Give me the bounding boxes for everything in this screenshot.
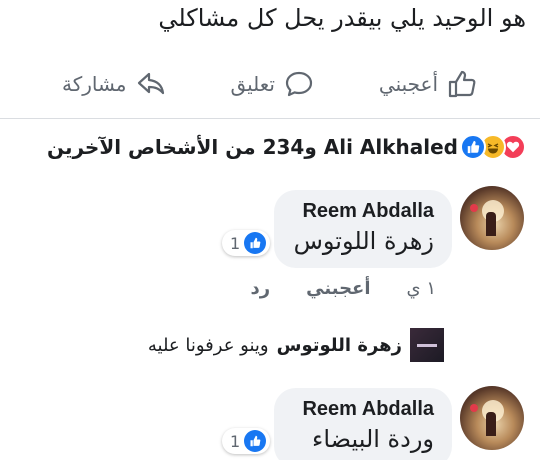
comment-like-button[interactable]: أعجبني xyxy=(306,278,370,299)
comment-reply-button[interactable]: رد xyxy=(251,278,271,299)
reply-text: وينو عرفونا عليه xyxy=(147,334,269,356)
avatar[interactable] xyxy=(460,186,524,250)
comment-bubble: Reem Abdalla وردة البيضاء xyxy=(274,388,452,460)
comment-text: وردة البيضاء xyxy=(312,425,434,453)
comment-meta: ١ ي أعجبني رد xyxy=(251,278,436,299)
reaction-icons xyxy=(460,134,526,160)
comment-like-count[interactable]: 1 xyxy=(222,428,271,454)
like-badge-icon xyxy=(244,232,267,254)
comment-like-count[interactable]: 1 xyxy=(222,230,271,256)
comment-author[interactable]: Reem Abdalla xyxy=(292,398,434,421)
comment-text: زهرة اللوتوس xyxy=(293,227,434,255)
comment-time: ١ ي xyxy=(406,278,436,299)
comment-button[interactable]: تعليق xyxy=(230,68,315,100)
like-button[interactable]: أعجبني xyxy=(379,68,478,100)
post-actions-bar: أعجبني تعليق مشاركة xyxy=(0,56,540,112)
thumbs-up-icon xyxy=(448,70,476,98)
like-count: 1 xyxy=(230,233,241,253)
like-reaction-icon xyxy=(460,134,486,160)
share-icon xyxy=(137,72,164,95)
post-text: هو الوحيد يلي بيقدر يحل كل مشاكلي xyxy=(158,4,526,32)
divider xyxy=(0,118,540,119)
reply-preview[interactable]: زهرة اللوتوس وينو عرفونا عليه xyxy=(148,328,444,362)
reply-avatar xyxy=(410,328,444,362)
reply-author: زهرة اللوتوس xyxy=(276,334,402,356)
comment-label: تعليق xyxy=(230,72,275,96)
share-button[interactable]: مشاركة xyxy=(62,68,167,100)
like-badge-icon xyxy=(244,430,267,452)
comment-author[interactable]: Reem Abdalla xyxy=(292,200,434,223)
comment-icon xyxy=(285,71,313,97)
like-label: أعجبني xyxy=(378,72,439,96)
like-count: 1 xyxy=(230,431,241,451)
reactions-count-text: Ali Alkhaled و234 من الأشخاص الآخرين xyxy=(46,135,458,159)
avatar[interactable] xyxy=(460,386,524,450)
reactions-summary[interactable]: Ali Alkhaled و234 من الأشخاص الآخرين xyxy=(47,134,526,160)
comment-bubble: Reem Abdalla زهرة اللوتوس xyxy=(274,190,452,268)
share-label: مشاركة xyxy=(61,72,127,96)
